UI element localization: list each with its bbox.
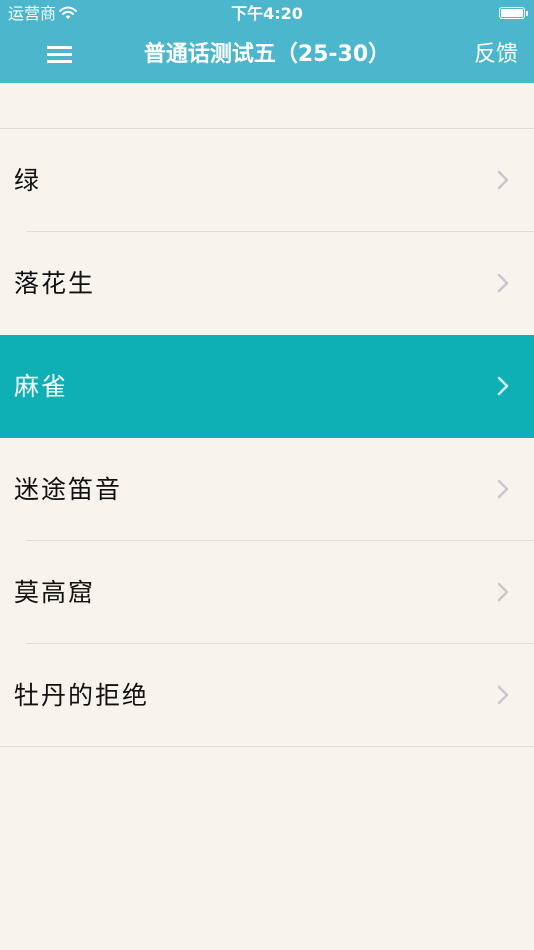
page-title: 普通话测试五（25-30）: [143, 42, 391, 67]
chevron-right-icon: [497, 376, 509, 396]
list-item-label: 绿: [14, 166, 42, 195]
chevron-right-icon: [497, 582, 509, 602]
lesson-list: 绿 落花生 麻雀 迷途笛音 莫高窟 牡丹的拒绝: [0, 83, 534, 747]
status-bar: 运营商 下午4:20: [0, 0, 534, 28]
chevron-right-icon: [497, 170, 509, 190]
list-item-selected[interactable]: 麻雀: [0, 335, 534, 438]
list-item[interactable]: 迷途笛音: [0, 438, 534, 541]
list-item[interactable]: 莫高窟: [0, 541, 534, 644]
list-item-label: 麻雀: [14, 372, 69, 401]
chevron-right-icon: [497, 273, 509, 293]
list-item-label: 牡丹的拒绝: [14, 681, 150, 710]
list-item[interactable]: 牡丹的拒绝: [0, 644, 534, 747]
list-item-label: 落花生: [14, 269, 96, 298]
list-item[interactable]: 落花生: [0, 232, 534, 335]
navigation-bar: 普通话测试五（25-30） 反馈: [0, 28, 534, 83]
chevron-right-icon: [497, 685, 509, 705]
list-top-spacer: [0, 83, 534, 129]
battery-level: [501, 9, 523, 17]
list-item-label: 莫高窟: [14, 578, 96, 607]
app-header: 运营商 下午4:20 普通话测试五（25-30） 反馈: [0, 0, 534, 83]
list-item[interactable]: 绿: [0, 129, 534, 232]
battery-tip: [526, 11, 528, 16]
status-time: 下午4:20: [231, 4, 303, 23]
chevron-right-icon: [497, 479, 509, 499]
list-item-label: 迷途笛音: [14, 475, 123, 504]
feedback-button[interactable]: 反馈: [474, 38, 518, 72]
hamburger-menu-icon[interactable]: [36, 32, 84, 78]
battery-icon: [499, 7, 525, 19]
